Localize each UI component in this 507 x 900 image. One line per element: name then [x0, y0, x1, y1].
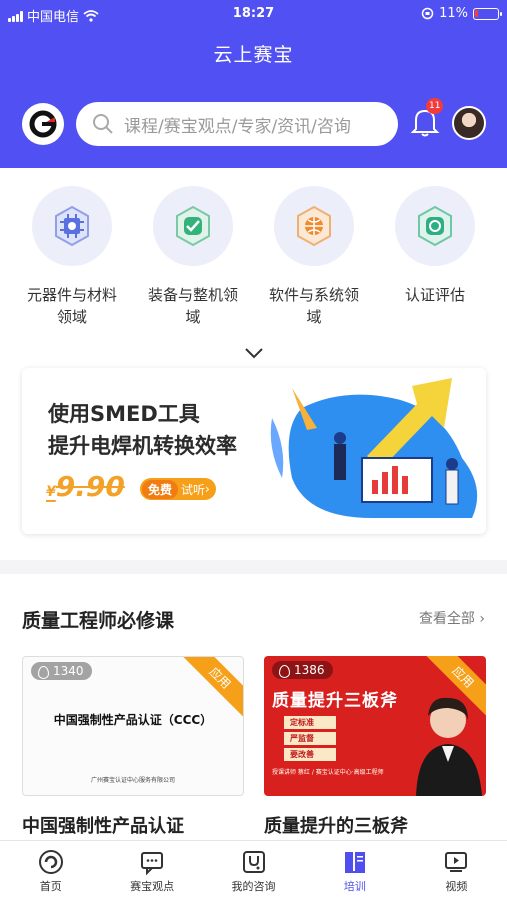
free-trial-button[interactable]: 免费 试听 ›	[140, 478, 216, 500]
price-value: 9.90	[55, 470, 125, 503]
app-header: 中国电信 18:27 11% 云上赛宝 课程/赛宝观点/专家/资讯/咨询 11	[0, 0, 507, 168]
currency-symbol: ¥	[46, 484, 56, 500]
nav-video[interactable]: 视频	[406, 841, 507, 900]
brand-logo[interactable]	[22, 103, 64, 145]
chevron-right-icon: ›	[205, 482, 210, 496]
check-shield-icon	[176, 205, 210, 247]
banner-illustration	[270, 378, 478, 518]
chevron-right-icon: ›	[479, 611, 485, 627]
tag-ribbon: 应用	[180, 657, 243, 718]
category-label: 装备与整机领域	[147, 286, 238, 326]
book-icon	[344, 852, 365, 873]
view-count: 1340	[31, 662, 92, 680]
course-title[interactable]: 中国强制性产品认证	[22, 812, 184, 838]
nav-label: 赛宝观点	[130, 880, 175, 893]
cover-bullet: 严监督	[284, 732, 336, 745]
banner-price: ¥9.90	[46, 470, 125, 503]
chat-icon	[141, 852, 164, 875]
notification-badge: 11	[426, 98, 444, 114]
cover-subtitle: 广州赛宝认证中心服务有限公司	[90, 777, 175, 784]
course-title[interactable]: 质量提升的三板斧	[264, 812, 408, 838]
status-bar: 中国电信 18:27 11%	[0, 6, 507, 25]
avatar[interactable]	[452, 106, 486, 140]
nav-consulting[interactable]: 我的咨询	[203, 841, 304, 900]
cover-bullet: 要改善	[284, 748, 336, 761]
chevron-down-icon[interactable]	[243, 346, 265, 360]
bottom-nav: 首页 赛宝观点 我的咨询 培训 视频	[0, 840, 507, 900]
course-card-thumbnail[interactable]: 1340 应用 中国强制性产品认证（CCC） 广州赛宝认证中心服务有限公司	[22, 656, 244, 796]
nav-label: 我的咨询	[231, 880, 276, 893]
nav-training[interactable]: 培训	[304, 841, 405, 900]
view-count: 1386	[272, 661, 333, 679]
category-label: 软件与系统领域	[268, 286, 359, 326]
cover-footer: 授课讲师 蔡红 / 赛宝认证中心·高级工程师	[272, 769, 384, 776]
section-divider	[0, 560, 507, 574]
section-title: 质量工程师必修课	[22, 610, 175, 632]
view-all-link[interactable]: 查看全部 ›	[419, 608, 485, 628]
certificate-icon	[418, 205, 452, 247]
nav-label: 视频	[445, 880, 468, 893]
free-label: 免费	[142, 479, 179, 499]
search-icon	[93, 114, 113, 134]
instructor-photo	[416, 697, 482, 796]
course-card-thumbnail[interactable]: 1386 应用 质量提升三板斧 定标准 严监督 要改善 授课讲师 蔡红 / 赛宝…	[264, 656, 486, 796]
search-placeholder: 课程/赛宝观点/专家/资讯/咨询	[124, 116, 351, 137]
category-software[interactable]: 软件与系统领域	[254, 186, 374, 328]
nav-home[interactable]: 首页	[0, 841, 101, 900]
app-title: 云上赛宝	[213, 44, 294, 66]
cover-bullet: 定标准	[284, 716, 336, 729]
banner-title-line1: 使用SMED工具	[48, 402, 200, 426]
cover-bullets: 定标准 严监督 要改善	[284, 716, 336, 761]
battery-icon	[473, 7, 502, 20]
cover-title: 质量提升三板斧	[272, 691, 398, 711]
nav-label: 培训	[343, 880, 366, 893]
category-label: 认证评估	[404, 286, 465, 304]
category-equipment[interactable]: 装备与整机领域	[133, 186, 253, 328]
stethoscope-icon	[242, 851, 265, 873]
home-icon	[38, 850, 63, 874]
banner-title-line2: 提升电焊机转换效率	[48, 434, 237, 458]
category-grid: 元器件与材料领域 装备与整机领域 软件与系统领域 认证评估	[0, 186, 507, 336]
trial-label: 试听	[181, 482, 206, 497]
cover-title: 中国强制性产品认证（CCC）	[53, 713, 213, 727]
rotation-lock-icon	[421, 7, 434, 20]
chip-icon	[55, 205, 89, 247]
category-certification[interactable]: 认证评估	[375, 186, 495, 306]
nav-viewpoints[interactable]: 赛宝观点	[101, 841, 202, 900]
search-bar[interactable]: 课程/赛宝观点/专家/资讯/咨询	[76, 102, 398, 146]
category-components[interactable]: 元器件与材料领域	[12, 186, 132, 328]
view-all-label: 查看全部	[418, 611, 475, 627]
battery-percent: 11%	[439, 6, 468, 21]
video-icon	[445, 852, 468, 872]
category-label: 元器件与材料领域	[26, 286, 117, 326]
promo-banner[interactable]: 使用SMED工具 提升电焊机转换效率 ¥9.90 免费 试听 ›	[22, 368, 486, 534]
logo-icon	[29, 110, 57, 138]
nav-label: 首页	[39, 880, 62, 893]
globe-icon	[297, 205, 331, 247]
